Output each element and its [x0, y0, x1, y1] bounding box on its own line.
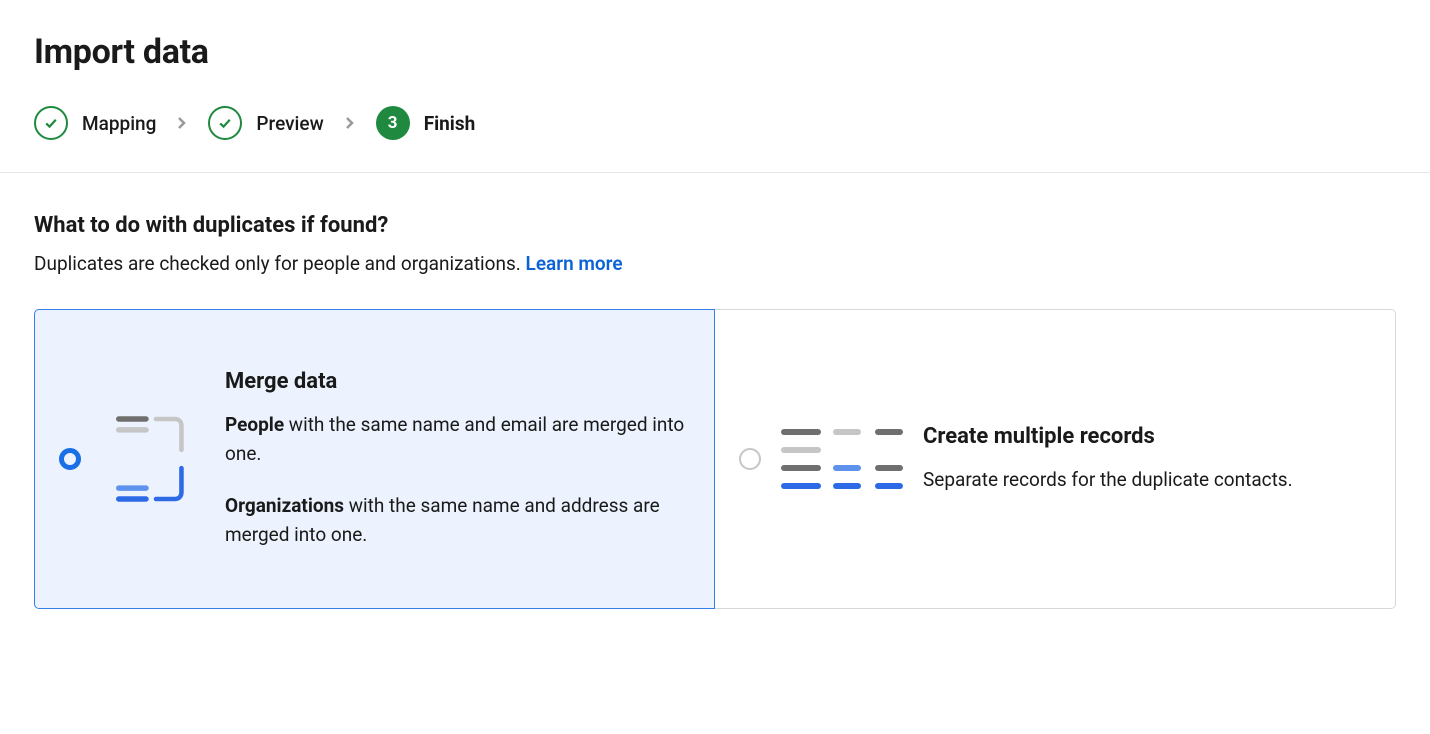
duplicates-heading: What to do with duplicates if found?	[34, 213, 1396, 238]
merge-people-desc: People with the same name and email are …	[225, 410, 686, 469]
step-label: Finish	[424, 112, 476, 135]
option-merge-data[interactable]: Merge data People with the same name and…	[34, 309, 715, 609]
duplicates-subtext: Duplicates are checked only for people a…	[34, 252, 1396, 275]
option-create-multiple[interactable]: Create multiple records Separate records…	[715, 309, 1396, 609]
chevron-right-icon	[344, 114, 356, 133]
merge-icon	[101, 409, 211, 509]
create-multiple-desc: Separate records for the duplicate conta…	[923, 465, 1367, 494]
step-finish[interactable]: 3 Finish	[376, 106, 476, 140]
learn-more-link[interactable]: Learn more	[526, 252, 623, 275]
option-title: Merge data	[225, 369, 686, 394]
page-title: Import data	[34, 32, 1396, 72]
step-label: Mapping	[82, 112, 156, 135]
step-label: Preview	[256, 112, 323, 135]
duplicate-options: Merge data People with the same name and…	[34, 309, 1396, 609]
stepper: Mapping Preview 3 Finish	[34, 106, 1396, 140]
option-title: Create multiple records	[923, 424, 1367, 449]
divider	[0, 172, 1430, 173]
radio-indicator	[739, 448, 761, 470]
step-preview[interactable]: Preview	[208, 106, 323, 140]
chevron-right-icon	[176, 114, 188, 133]
step-mapping[interactable]: Mapping	[34, 106, 156, 140]
radio-indicator	[59, 448, 81, 470]
merge-orgs-desc: Organizations with the same name and add…	[225, 491, 686, 550]
step-number-icon: 3	[376, 106, 410, 140]
checkmark-icon	[208, 106, 242, 140]
duplicates-subtext-body: Duplicates are checked only for people a…	[34, 252, 526, 275]
checkmark-icon	[34, 106, 68, 140]
duplicate-records-icon	[781, 429, 909, 489]
